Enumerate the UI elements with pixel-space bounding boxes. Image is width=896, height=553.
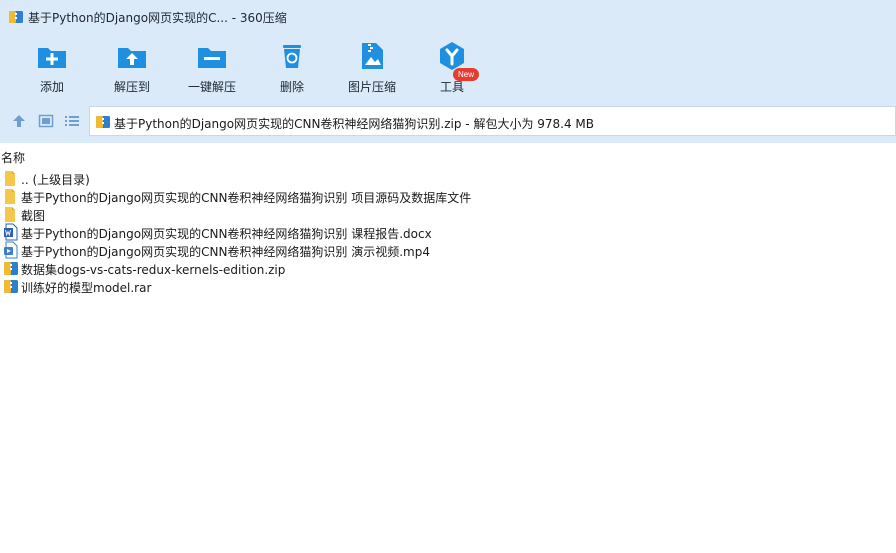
list-item-name: 基于Python的Django网页实现的CNN卷积神经网络猫狗识别 演示视频.m… [21, 245, 430, 259]
list-item-name: .. (上级目录) [21, 173, 90, 187]
list-item-name: 基于Python的Django网页实现的CNN卷积神经网络猫狗识别 课程报告.d… [21, 227, 432, 241]
one-click-extract-label: 一键解压 [187, 80, 236, 94]
delete-button[interactable]: 删除 [255, 36, 329, 100]
list-item-parent-dir[interactable]: .. (上级目录) [0, 169, 896, 187]
up-arrow-icon[interactable] [11, 113, 27, 129]
one-click-extract-button[interactable]: 一键解压 [175, 36, 249, 100]
list-item-name: 截图 [21, 209, 46, 223]
extract-to-button[interactable]: 解压到 [95, 36, 169, 100]
list-item[interactable]: 基于Python的Django网页实现的CNN卷积神经网络猫狗识别 演示视频.m… [0, 241, 896, 259]
navigation-bar: 基于Python的Django网页实现的CNN卷积神经网络猫狗识别.zip - … [0, 106, 896, 136]
list-item-name: 数据集dogs-vs-cats-redux-kernels-edition.zi… [21, 263, 286, 277]
image-compress-label: 图片压缩 [347, 80, 396, 94]
extract-to-label: 解压到 [113, 80, 150, 94]
rar-archive-icon [4, 280, 18, 293]
list-item-name: 基于Python的Django网页实现的CNN卷积神经网络猫狗识别 项目源码及数… [21, 191, 472, 205]
title-bar: 基于Python的Django网页实现的C... - 360压缩 [0, 0, 896, 32]
list-item[interactable]: 训练好的模型model.rar [0, 277, 896, 295]
image-compress-icon [362, 43, 383, 69]
folder-icon [5, 171, 15, 186]
toolbar: 添加 解压到 一键解压 删除 图片压缩 工具 New [0, 36, 896, 100]
list-view-icon[interactable] [64, 113, 80, 129]
address-bar[interactable]: 基于Python的Django网页实现的CNN卷积神经网络猫狗识别.zip - … [89, 106, 896, 136]
thumbnail-view-icon[interactable] [38, 113, 54, 129]
list-item[interactable]: 截图 [0, 205, 896, 223]
add-button[interactable]: 添加 [15, 36, 89, 100]
trash-icon [283, 45, 301, 68]
window-chrome: 基于Python的Django网页实现的C... - 360压缩 添加 解压到 … [0, 0, 896, 143]
list-item[interactable]: 基于Python的Django网页实现的CNN卷积神经网络猫狗识别 项目源码及数… [0, 187, 896, 205]
folder-icon [5, 189, 15, 204]
window-title: 基于Python的Django网页实现的C... - 360压缩 [28, 11, 287, 25]
word-doc-icon [4, 223, 18, 241]
app-archive-icon [9, 11, 23, 23]
archive-path: 基于Python的Django网页实现的CNN卷积神经网络猫狗识别.zip - … [114, 117, 595, 131]
column-header-name[interactable]: 名称 [0, 147, 896, 165]
folder-extract-icon [118, 48, 146, 68]
folder-icon [5, 207, 15, 222]
list-item[interactable]: 数据集dogs-vs-cats-redux-kernels-edition.zi… [0, 259, 896, 277]
new-badge: New [453, 68, 480, 81]
list-item-name: 训练好的模型model.rar [21, 281, 152, 295]
tools-label: 工具 [439, 80, 464, 94]
video-file-icon [4, 241, 18, 259]
tools-button[interactable]: 工具 [415, 36, 489, 100]
add-label: 添加 [39, 80, 64, 94]
zip-archive-icon [96, 116, 110, 128]
delete-label: 删除 [279, 80, 304, 94]
folder-add-icon [38, 48, 66, 68]
folder-oneclick-extract-icon [198, 48, 226, 68]
list-item[interactable]: 基于Python的Django网页实现的CNN卷积神经网络猫狗识别 课程报告.d… [0, 223, 896, 241]
image-compress-button[interactable]: 图片压缩 [335, 36, 409, 100]
zip-archive-icon [4, 262, 18, 275]
column-header-label: 名称 [1, 151, 26, 165]
